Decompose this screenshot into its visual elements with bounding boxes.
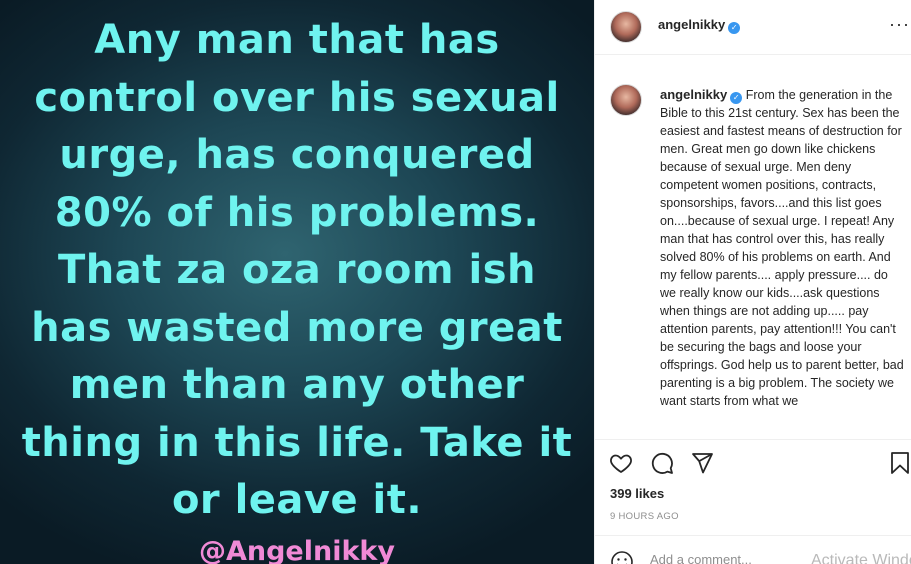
likes-count[interactable]: 399 likes [610, 486, 664, 501]
caption-text: From the generation in the Bible to this… [660, 88, 904, 408]
quote-line: or leave it. [171, 477, 423, 523]
caption-author-avatar[interactable] [610, 84, 642, 116]
post-timestamp[interactable]: 9 HOURS AGO [610, 511, 679, 522]
comment-icon[interactable] [650, 451, 674, 480]
author-username[interactable]: angelnikky ✓ [658, 17, 741, 34]
image-watermark-handle: @Angelnikky [198, 536, 395, 564]
verified-badge-icon: ✓ [730, 92, 743, 104]
post-caption: angelnikky ✓ From the generation in the B… [660, 86, 904, 410]
quote-line: has wasted more great [31, 304, 563, 351]
post-image[interactable]: Any man that has control over his sexual… [0, 0, 594, 564]
verified-badge-icon: ✓ [728, 22, 741, 34]
quote-line: urge, has conquered [59, 132, 535, 178]
comment-input[interactable] [650, 552, 830, 564]
add-comment-bar: Activate Windows [595, 535, 911, 564]
activate-windows-watermark: Activate Windows [811, 552, 911, 564]
quote-line: 80% of his problems. [54, 189, 540, 236]
save-icon[interactable] [888, 451, 911, 480]
post-header: angelnikky ✓ ··· [595, 0, 911, 55]
quote-line: thing in this life. Take it [21, 419, 573, 466]
author-avatar[interactable] [610, 11, 642, 43]
share-icon[interactable] [690, 451, 714, 480]
post-side-panel: angelnikky ✓ ··· angelnikky ✓ From the gen… [594, 0, 911, 564]
quote-text: Any man that has control over his sexual… [0, 12, 594, 530]
quote-line: Any man that has [94, 17, 500, 63]
quote-line: control over his sexual [34, 74, 560, 121]
comments-section[interactable]: angelnikky ✓ From the generation in the B… [595, 56, 911, 440]
quote-line: That za oza room ish [58, 247, 536, 293]
username-text[interactable]: angelnikky [658, 17, 725, 32]
emoji-icon[interactable] [610, 550, 634, 564]
caption-username[interactable]: angelnikky [660, 87, 727, 102]
more-options-button[interactable]: ··· [889, 14, 910, 35]
heart-icon[interactable] [609, 451, 633, 480]
quote-line: men than any other [69, 362, 525, 408]
